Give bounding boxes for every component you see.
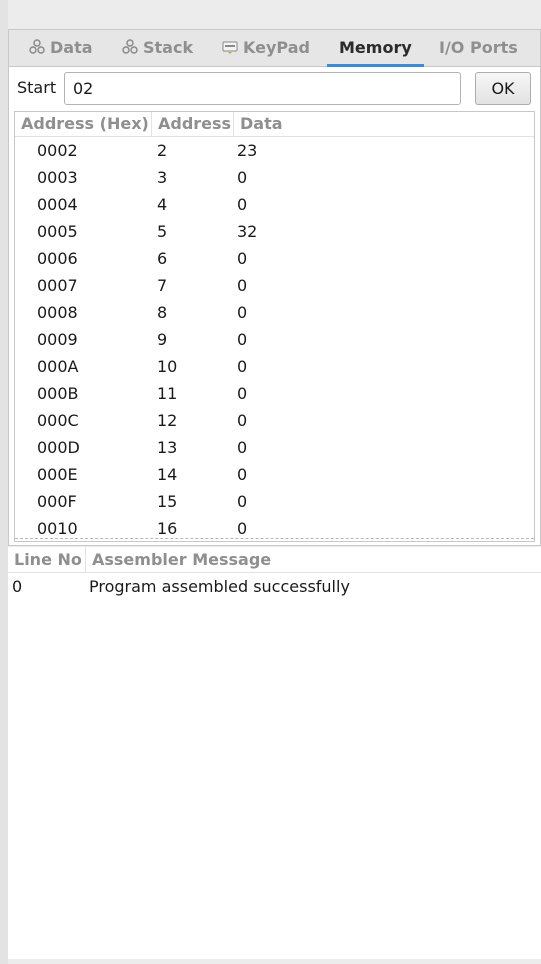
cell-address: 3 (157, 168, 168, 187)
cell-address-hex: 0008 (37, 303, 78, 322)
cell-address: 8 (157, 303, 168, 322)
cell-address: 15 (157, 492, 178, 511)
tab-data[interactable]: Data (29, 30, 93, 67)
table-row[interactable]: 0004 4 0 (15, 191, 534, 218)
table-row[interactable]: 0009 9 0 (15, 326, 534, 353)
tab-stack[interactable]: Stack (122, 30, 193, 67)
cell-data: 0 (237, 465, 248, 484)
table-row[interactable]: 0003 3 0 (15, 164, 534, 191)
left-edge-strip (0, 0, 8, 964)
table-row[interactable]: 000C 12 0 (15, 407, 534, 434)
cell-address-hex: 000A (37, 357, 79, 376)
cell-data: 32 (237, 222, 258, 241)
tab-keypad-label: KeyPad (243, 38, 310, 57)
cell-address: 13 (157, 438, 178, 457)
memory-table-body: 0002 2 23 0003 3 0 0004 4 0 0005 5 32 0006 6 0 0007 7 0 00… (15, 137, 534, 541)
data-icon (29, 39, 45, 54)
tab-stack-label: Stack (143, 38, 194, 57)
cell-data: 0 (237, 195, 248, 214)
table-row[interactable]: 0007 7 0 (15, 272, 534, 299)
column-header-address-hex[interactable]: Address (Hex) (15, 112, 151, 136)
table-row[interactable]: 0002 2 23 (15, 137, 534, 164)
column-header-address[interactable]: Address (151, 112, 233, 136)
cell-address: 4 (157, 195, 168, 214)
tab-memory-label: Memory (339, 38, 412, 57)
memory-table[interactable]: Address (Hex) Address Data 0002 2 23 0003 3 0… (14, 111, 535, 542)
tab-data-label: Data (50, 38, 93, 57)
cell-address-hex: 000D (37, 438, 80, 457)
cell-address-hex: 0007 (37, 276, 78, 295)
cell-data: 0 (237, 168, 248, 187)
memory-table-header: Address (Hex) Address Data (15, 112, 534, 137)
cell-address-hex: 000B (37, 384, 79, 403)
cell-address: 2 (157, 141, 168, 160)
cell-data: 23 (237, 141, 258, 160)
cell-address: 9 (157, 330, 168, 349)
stack-icon (122, 39, 138, 54)
start-label: Start (17, 78, 57, 97)
tab-keypad[interactable]: KeyPad (222, 30, 310, 67)
cell-address: 7 (157, 276, 168, 295)
table-row[interactable]: 000D 13 0 (15, 434, 534, 461)
cell-data: 0 (237, 438, 248, 457)
table-row[interactable]: 0006 6 0 (15, 245, 534, 272)
cell-address: 5 (157, 222, 168, 241)
ok-button[interactable]: OK (475, 72, 531, 105)
cell-data: 0 (237, 303, 248, 322)
cell-address-hex: 0009 (37, 330, 78, 349)
table-row[interactable]: 000A 10 0 (15, 353, 534, 380)
cell-data: 0 (237, 492, 248, 511)
cell-address: 11 (157, 384, 178, 403)
cell-address: 6 (157, 249, 168, 268)
memory-panel: Data Stack KeyPad Memory I/O Ports Start… (8, 29, 541, 546)
cell-address-hex: 0004 (37, 195, 78, 214)
column-header-data[interactable]: Data (233, 112, 533, 136)
cell-address-hex: 000C (37, 411, 79, 430)
tab-memory[interactable]: Memory (327, 30, 424, 67)
message-table-header: Line No Assembler Message (8, 547, 541, 573)
message-row[interactable]: 0 Program assembled successfully (8, 573, 541, 601)
message-line-no: 0 (12, 577, 23, 596)
cell-address: 10 (157, 357, 178, 376)
cell-address-hex: 0003 (37, 168, 78, 187)
message-text: Program assembled successfully (89, 577, 350, 596)
table-row[interactable]: 000B 11 0 (15, 380, 534, 407)
tab-io-ports[interactable]: I/O Ports (439, 30, 518, 67)
cell-address-hex: 0005 (37, 222, 78, 241)
tab-bar: Data Stack KeyPad Memory I/O Ports (9, 30, 540, 67)
keypad-icon (222, 41, 238, 54)
column-header-line-no[interactable]: Line No (8, 547, 85, 572)
cell-data: 0 (237, 411, 248, 430)
column-header-assembler-message[interactable]: Assembler Message (85, 547, 541, 572)
cell-data: 0 (237, 249, 248, 268)
tab-io-ports-label: I/O Ports (439, 38, 518, 57)
table-row[interactable]: 0005 5 32 (15, 218, 534, 245)
cell-data: 0 (237, 357, 248, 376)
table-row[interactable]: 0008 8 0 (15, 299, 534, 326)
cell-address: 12 (157, 411, 178, 430)
cell-address: 14 (157, 465, 178, 484)
table-row[interactable]: 000E 14 0 (15, 461, 534, 488)
cell-data: 0 (237, 276, 248, 295)
cell-address-hex: 0002 (37, 141, 78, 160)
table-bottom-divider (15, 538, 534, 539)
cell-data: 0 (237, 384, 248, 403)
cell-data: 0 (237, 330, 248, 349)
cell-address-hex: 0006 (37, 249, 78, 268)
table-row[interactable]: 000F 15 0 (15, 488, 534, 515)
cell-address-hex: 000F (37, 492, 77, 511)
start-address-input[interactable] (64, 72, 461, 105)
assembler-message-panel: Line No Assembler Message 0 Program asse… (8, 547, 541, 959)
cell-address-hex: 000E (37, 465, 78, 484)
